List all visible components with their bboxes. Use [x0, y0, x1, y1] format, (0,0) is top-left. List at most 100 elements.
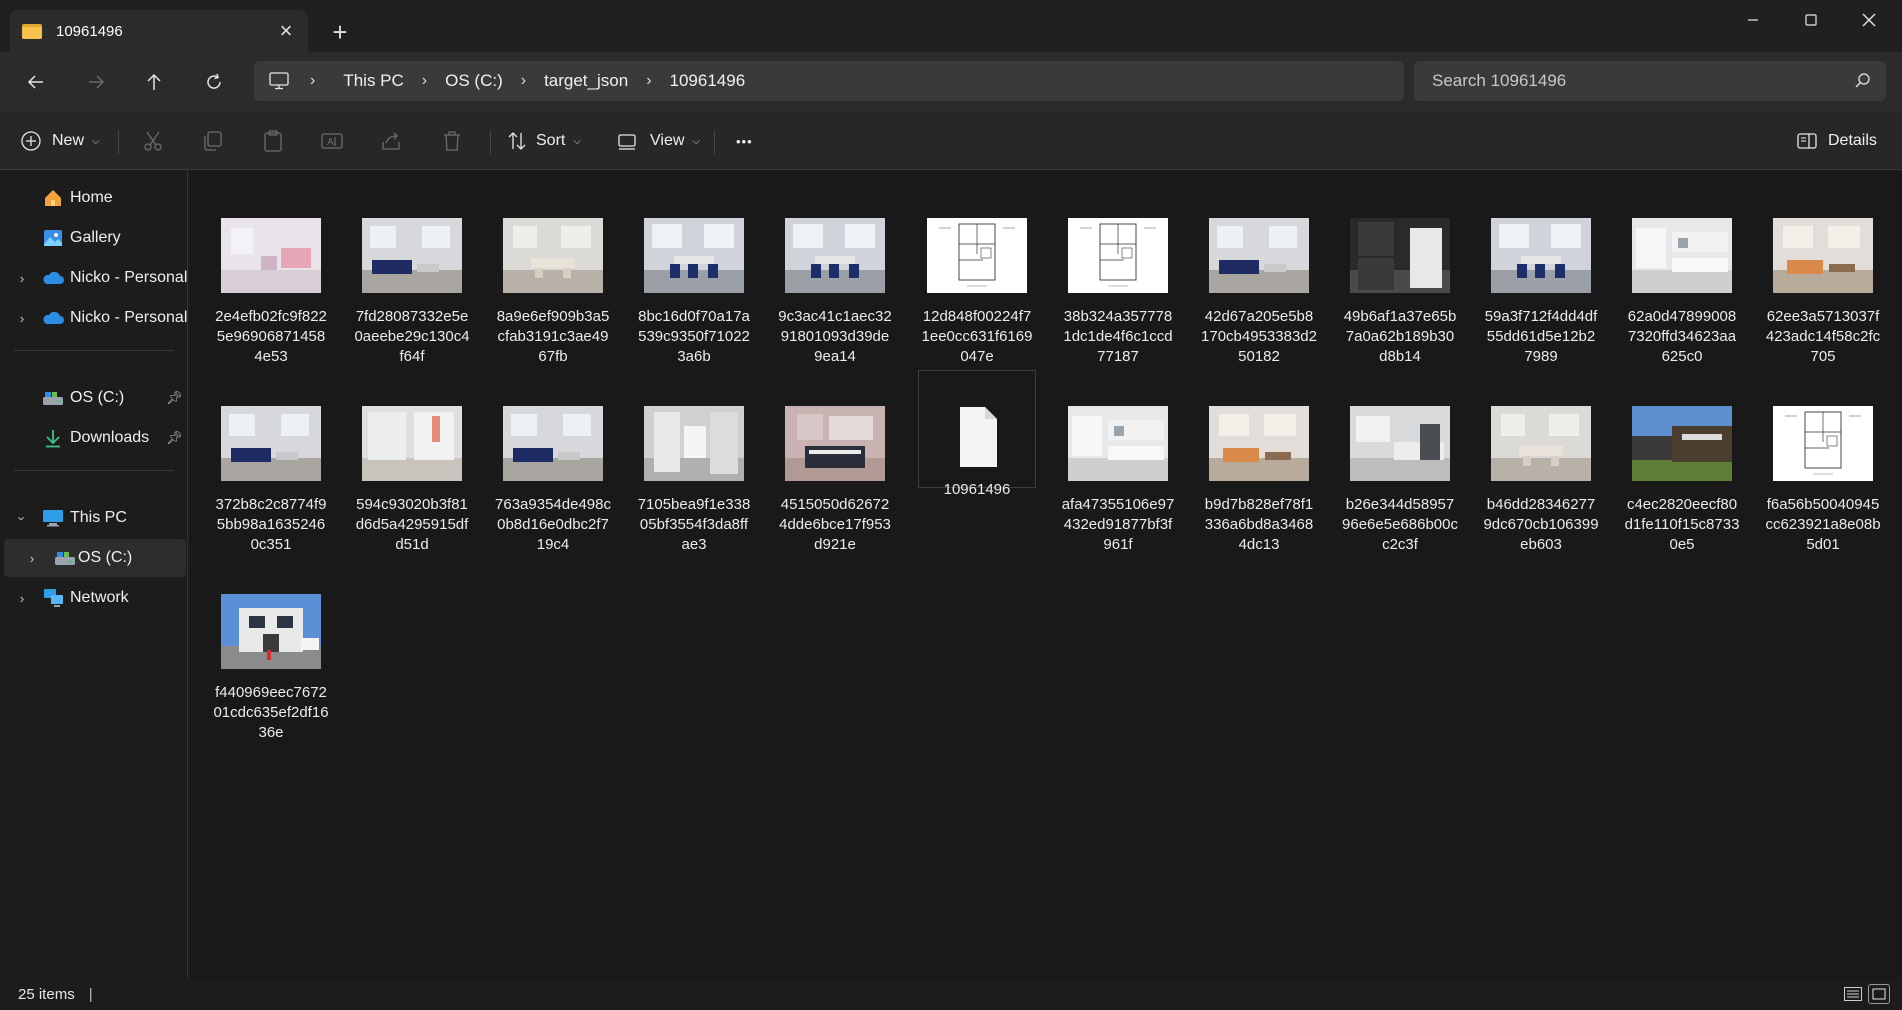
cut-button[interactable] [142, 122, 164, 160]
maximize-button[interactable] [1782, 0, 1840, 40]
file-item[interactable]: 62ee3a5713037f423adc14f58c2fc705 [1764, 218, 1882, 367]
breadcrumb-os-c[interactable]: OS (C:) [445, 71, 503, 91]
file-name: 49b6af1a37e65b7a0a62b189b30d8b14 [1343, 308, 1457, 365]
file-name: afa47355106e97432ed91877bf3f961f [1061, 496, 1175, 553]
file-item[interactable]: f6a56b50040945cc623921a8e08b5d01 [1764, 406, 1882, 555]
sidebar-item-onedrive-2[interactable]: › Nicko - Personal [0, 299, 188, 337]
file-item[interactable]: 62a0d478990087320ffd34623aa625c0 [1623, 218, 1741, 367]
share-button[interactable] [380, 122, 402, 160]
address-bar[interactable]: › This PC › OS (C:) › target_json › 1096… [254, 61, 1404, 101]
breadcrumb-current-folder[interactable]: 10961496 [670, 71, 746, 91]
delete-button[interactable] [441, 122, 463, 160]
minimize-button[interactable] [1724, 0, 1782, 40]
image-thumbnail [362, 406, 462, 481]
chevron-right-icon[interactable]: › [521, 72, 526, 90]
refresh-button[interactable] [196, 64, 232, 100]
sidebar-item-home[interactable]: Home [0, 179, 186, 217]
file-name: 4515050d626724dde6bce17f953d921e [779, 496, 891, 553]
file-item[interactable]: 38b324a3577781dc1de4f6c1ccd77187 [1059, 218, 1177, 367]
up-button[interactable] [136, 64, 172, 100]
image-thumbnail [1773, 218, 1873, 293]
file-item[interactable]: 8bc16d0f70a17a539c9350f710223a6b [635, 218, 753, 367]
file-item[interactable]: 594c93020b3f81d6d5a4295915dfd51d [353, 406, 471, 555]
new-button[interactable]: New ⌵ [20, 122, 100, 160]
file-name: 763a9354de498c0b8d16e0dbc2f719c4 [495, 496, 611, 553]
pin-icon[interactable]: 📌︎ [166, 390, 183, 406]
breadcrumb-this-pc[interactable]: This PC [343, 71, 403, 91]
search-input[interactable]: Search 10961496 [1414, 61, 1886, 101]
file-item-document[interactable]: 10961496 [918, 370, 1036, 498]
file-item[interactable]: b26e344d5895796e6e5e686b00cc2c3f [1341, 406, 1459, 555]
details-pane-button[interactable]: Details [1796, 122, 1877, 160]
file-item[interactable]: 12d848f00224f71ee0cc631f6169047e [918, 218, 1036, 367]
chevron-right-icon[interactable]: › [24, 551, 40, 566]
file-item[interactable]: afa47355106e97432ed91877bf3f961f [1059, 406, 1177, 555]
chevron-down-icon: ⌵ [92, 135, 100, 147]
scissors-icon [144, 131, 162, 151]
file-item[interactable]: f440969eec767201cdc635ef2df1636e [212, 594, 330, 743]
file-item[interactable]: 42d67a205e5b8170cb4953383d250182 [1200, 218, 1318, 367]
file-item[interactable]: 8a9e6ef909b3a5cfab3191c3ae4967fb [494, 218, 612, 367]
new-tab-button[interactable]: + [322, 14, 358, 50]
search-placeholder: Search 10961496 [1432, 71, 1567, 90]
file-item[interactable]: b9d7b828ef78f1336a6bd8a34684dc13 [1200, 406, 1318, 555]
file-item[interactable]: 59a3f712f4dd4df55dd61d5e12b27989 [1482, 218, 1600, 367]
sidebar-item-onedrive-1[interactable]: › Nicko - Personal [0, 259, 188, 297]
file-item[interactable]: 7105bea9f1e33805bf3554f3da8ffae3 [635, 406, 753, 555]
large-icons-view-button[interactable] [1868, 984, 1890, 1004]
sidebar-item-network[interactable]: › Network [0, 579, 186, 617]
chevron-right-icon[interactable]: › [310, 72, 315, 90]
image-thumbnail [1209, 218, 1309, 293]
svg-text:A: A [327, 137, 334, 148]
file-item[interactable]: 2e4efb02fc9f8225e969068714584e53 [212, 218, 330, 367]
view-button[interactable]: View ⌵ [616, 122, 700, 160]
rename-button[interactable]: A [320, 122, 344, 160]
view-icon [618, 134, 636, 150]
file-item[interactable]: 9c3ac41c1aec3291801093d39de9ea14 [776, 218, 894, 367]
paste-button[interactable] [262, 122, 284, 160]
sort-icon [508, 132, 526, 150]
sidebar-item-os-c[interactable]: › OS (C:) [4, 539, 186, 577]
copy-button[interactable] [202, 122, 224, 160]
file-item[interactable]: 7fd28087332e5e0aeebe29c130c4f64f [353, 218, 471, 367]
chevron-down-icon[interactable]: › [15, 510, 30, 526]
details-view-button[interactable] [1842, 984, 1864, 1004]
file-item[interactable]: 372b8c2c8774f95bb98a16352460c351 [212, 406, 330, 555]
file-item[interactable]: 49b6af1a37e65b7a0a62b189b30d8b14 [1341, 218, 1459, 367]
navigation-pane: Home Gallery › Nicko - Personal › Nicko … [0, 170, 188, 978]
close-window-button[interactable] [1840, 0, 1898, 40]
chevron-right-icon[interactable]: › [14, 311, 30, 326]
sidebar-item-os-c-pinned[interactable]: OS (C:) 📌︎ [0, 379, 186, 417]
tab-10961496[interactable]: 10961496 × [10, 10, 308, 52]
file-item[interactable]: 4515050d626724dde6bce17f953d921e [776, 406, 894, 555]
list-view-icon [1844, 987, 1862, 1001]
file-item[interactable]: b46dd283462779dc670cb106399eb603 [1482, 406, 1600, 555]
home-icon [42, 187, 64, 209]
sidebar-item-label: This PC [70, 509, 127, 526]
this-pc-icon [268, 70, 290, 92]
forward-button[interactable] [78, 64, 114, 100]
more-options-button[interactable]: ••• [736, 122, 753, 160]
sidebar-item-gallery[interactable]: Gallery [0, 219, 186, 257]
title-bar: 10961496 × + [0, 0, 1902, 52]
back-button[interactable] [18, 64, 54, 100]
file-item[interactable]: c4ec2820eecf80d1fe110f15c87330e5 [1623, 406, 1741, 555]
close-tab-icon[interactable]: × [268, 13, 304, 49]
refresh-icon [207, 73, 221, 89]
breadcrumb-target-json[interactable]: target_json [544, 71, 628, 91]
navigation-bar: › This PC › OS (C:) › target_json › 1096… [0, 52, 1902, 112]
file-item[interactable]: 763a9354de498c0b8d16e0dbc2f719c4 [494, 406, 612, 555]
status-separator: | [88, 985, 93, 1003]
chevron-right-icon[interactable]: › [646, 72, 651, 90]
sidebar-item-this-pc[interactable]: › This PC [0, 499, 186, 537]
sort-button[interactable]: Sort ⌵ [506, 122, 581, 160]
trash-icon [444, 131, 460, 151]
sidebar-item-downloads[interactable]: Downloads 📌︎ [0, 419, 186, 457]
image-thumbnail [1491, 406, 1591, 481]
pin-icon[interactable]: 📌︎ [166, 430, 183, 446]
chevron-right-icon[interactable]: › [422, 72, 427, 90]
image-thumbnail [1068, 218, 1168, 293]
chevron-right-icon[interactable]: › [14, 591, 30, 606]
image-thumbnail [785, 406, 885, 481]
chevron-right-icon[interactable]: › [14, 271, 30, 286]
